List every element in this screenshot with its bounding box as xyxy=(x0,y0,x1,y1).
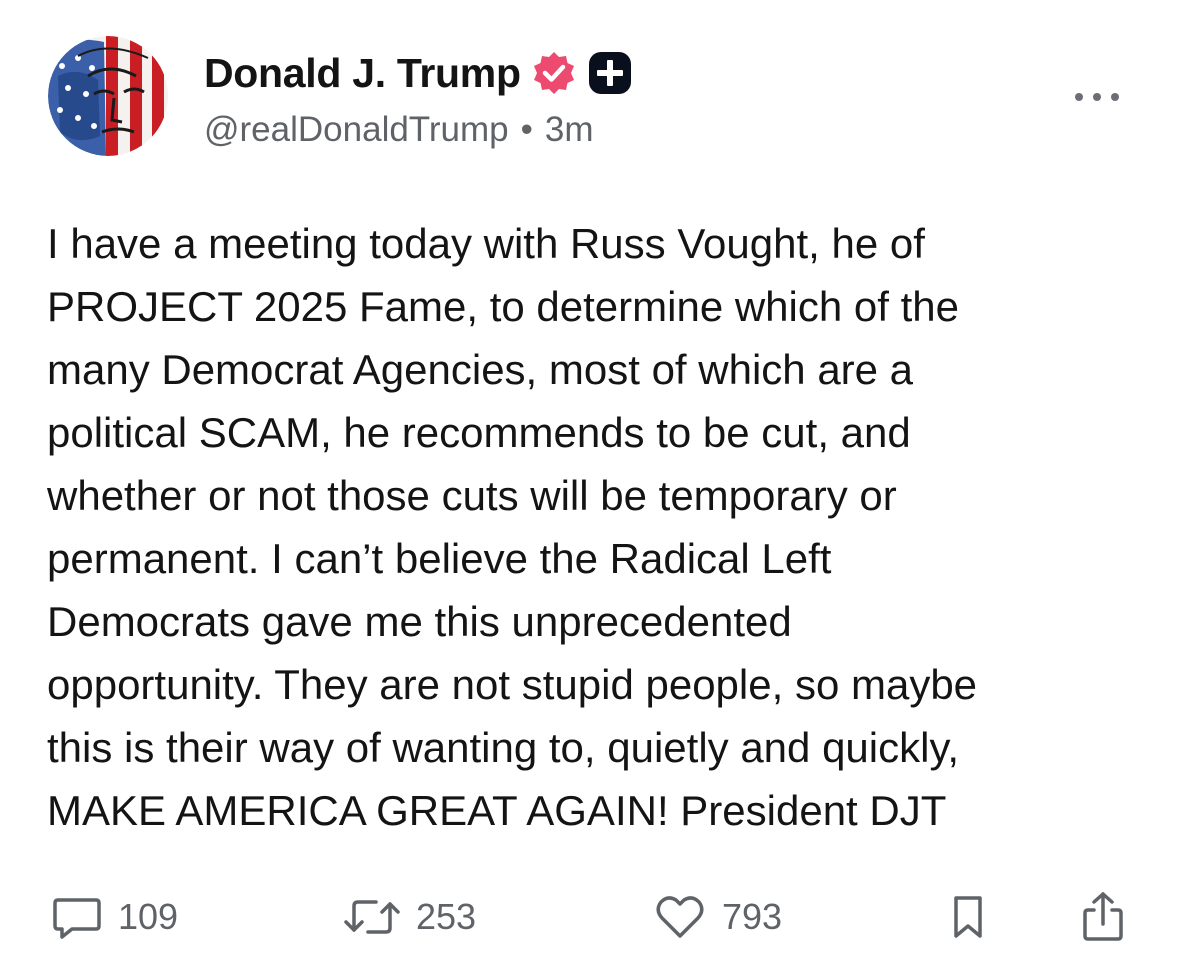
bookmark-icon xyxy=(954,896,982,938)
verified-badge-icon xyxy=(533,52,574,94)
more-options-icon xyxy=(1075,93,1119,101)
comment-icon xyxy=(53,898,101,939)
author-name-row: Donald J. Trump xyxy=(204,46,633,100)
author-display-name[interactable]: Donald J. Trump xyxy=(204,50,521,97)
author-meta: @realDonaldTrump • 3m xyxy=(204,110,594,150)
meta-separator: • xyxy=(520,110,533,149)
bookmark-button[interactable] xyxy=(948,890,988,944)
post-time[interactable]: 3m xyxy=(545,110,594,149)
more-options-button[interactable] xyxy=(1069,82,1125,112)
share-icon xyxy=(1083,892,1123,941)
repost-icon xyxy=(344,900,400,934)
flag-portrait-avatar-icon xyxy=(48,36,168,156)
reply-count: 109 xyxy=(118,896,179,937)
author-handle[interactable]: @realDonaldTrump xyxy=(204,110,509,149)
action-bar: 109 253 793 xyxy=(0,890,1179,944)
reply-button[interactable]: 109 xyxy=(50,890,178,944)
share-button[interactable] xyxy=(1078,890,1128,944)
plus-badge-icon xyxy=(588,52,631,94)
repost-button[interactable]: 253 xyxy=(342,890,476,944)
like-button[interactable]: 793 xyxy=(652,890,782,944)
post-text: I have a meeting today with Russ Vought,… xyxy=(47,220,978,834)
heart-icon xyxy=(656,896,704,938)
repost-count: 253 xyxy=(416,896,477,937)
like-count: 793 xyxy=(722,896,783,937)
avatar[interactable] xyxy=(48,36,168,156)
post-card: Donald J. Trump @realDonaldTrump • 3m I ha… xyxy=(0,0,1179,959)
